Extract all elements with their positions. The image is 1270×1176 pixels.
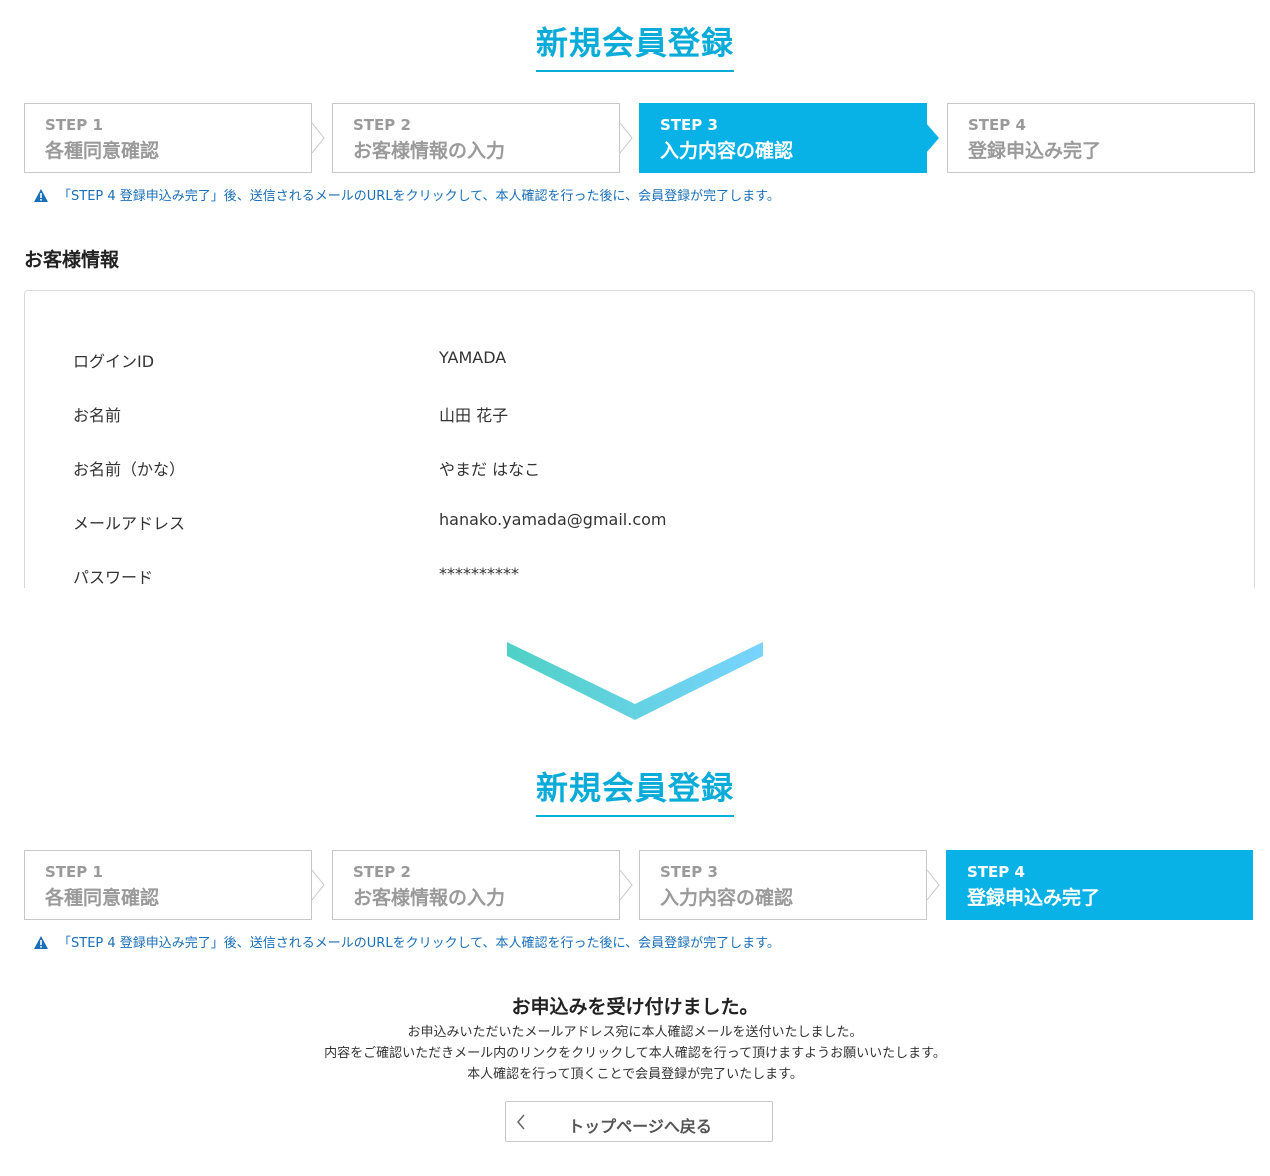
warning-triangle-icon	[34, 936, 48, 949]
step-number: STEP 4	[968, 116, 1026, 134]
step-arrow-icon	[619, 870, 633, 900]
step-label: お客様情報の入力	[353, 140, 506, 162]
field-value: 山田 花子	[439, 406, 509, 425]
field-value: **********	[439, 564, 519, 583]
step-label: 各種同意確認	[45, 887, 160, 909]
back-to-top-button[interactable]: トップページへ戻る	[505, 1101, 773, 1142]
step-arrow-icon	[311, 123, 325, 153]
page-title: 新規会員登録	[0, 18, 1270, 72]
field-value: hanako.yamada@gmail.com	[439, 510, 667, 529]
step-number: STEP 2	[353, 116, 411, 134]
step-arrow-icon	[619, 123, 633, 153]
step-number: STEP 2	[353, 863, 411, 881]
section-title: お客様情報	[24, 249, 120, 271]
step-label: 登録申込み完了	[967, 887, 1101, 909]
step-label: 各種同意確認	[45, 140, 160, 162]
warning-triangle-icon	[34, 189, 48, 202]
back-to-top-label: トップページへ戻る	[568, 1117, 712, 1136]
field-label: パスワード	[73, 568, 154, 587]
step-label: 登録申込み完了	[968, 140, 1102, 162]
step-3: STEP 3 入力内容の確認	[639, 850, 927, 920]
step-label: お客様情報の入力	[353, 887, 506, 909]
step-3: STEP 3 入力内容の確認	[639, 103, 927, 173]
notice-text: 「STEP 4 登録申込み完了」後、送信されるメールのURLをクリックして、本人…	[58, 936, 780, 951]
chevron-down-icon	[507, 642, 763, 720]
step-2: STEP 2 お客様情報の入力	[332, 103, 620, 173]
page-title-text: 新規会員登録	[535, 763, 734, 817]
field-label: お名前	[73, 406, 122, 425]
customer-info-panel: ログインID YAMADA お名前 山田 花子 お名前（かな） やまだ はなこ …	[24, 290, 1255, 588]
field-label: お名前（かな）	[73, 460, 186, 479]
completion-message-line: お申込みいただいたメールアドレス宛に本人確認メールを送付いたしました。	[407, 1025, 863, 1040]
step-1: STEP 1 各種同意確認	[24, 850, 312, 920]
step-number: STEP 3	[660, 863, 718, 881]
field-value: やまだ はなこ	[439, 460, 541, 479]
confirm-screen: 新規会員登録 STEP 1 各種同意確認 STEP 2 お客様情報の入力 STE…	[0, 0, 1270, 588]
step-arrow-icon	[926, 123, 939, 153]
step-number: STEP 3	[660, 116, 718, 134]
page-title-text: 新規会員登録	[535, 18, 734, 72]
completion-message-line: 内容をご確認いただきメール内のリンクをクリックして本人確認を行って頂けますようお…	[324, 1046, 946, 1061]
step-2: STEP 2 お客様情報の入力	[332, 850, 620, 920]
step-label: 入力内容の確認	[660, 140, 794, 162]
field-value: YAMADA	[439, 348, 507, 367]
step-4: STEP 4 登録申込み完了	[946, 850, 1253, 920]
step-arrow-icon	[311, 870, 325, 900]
step-1: STEP 1 各種同意確認	[24, 103, 312, 173]
completion-title: お申込みを受け付けました。	[511, 996, 759, 1018]
page-title: 新規会員登録	[0, 763, 1270, 817]
notice-message: 「STEP 4 登録申込み完了」後、送信されるメールのURLをクリックして、本人…	[34, 185, 780, 204]
step-label: 入力内容の確認	[660, 887, 794, 909]
notice-message: 「STEP 4 登録申込み完了」後、送信されるメールのURLをクリックして、本人…	[34, 932, 780, 951]
field-label: ログインID	[73, 352, 155, 371]
notice-text: 「STEP 4 登録申込み完了」後、送信されるメールのURLをクリックして、本人…	[58, 189, 780, 204]
step-number: STEP 1	[45, 116, 103, 134]
step-4: STEP 4 登録申込み完了	[947, 103, 1255, 173]
step-number: STEP 4	[967, 863, 1025, 881]
step-indicator: STEP 1 各種同意確認 STEP 2 お客様情報の入力 STEP 3 入力内…	[24, 103, 1255, 173]
step-arrow-icon	[926, 870, 940, 900]
field-label: メールアドレス	[73, 514, 186, 533]
step-indicator: STEP 1 各種同意確認 STEP 2 お客様情報の入力 STEP 3 入力内…	[24, 850, 1255, 920]
step-number: STEP 1	[45, 863, 103, 881]
completion-message-line: 本人確認を行って頂くことで会員登録が完了いたします。	[467, 1067, 803, 1082]
